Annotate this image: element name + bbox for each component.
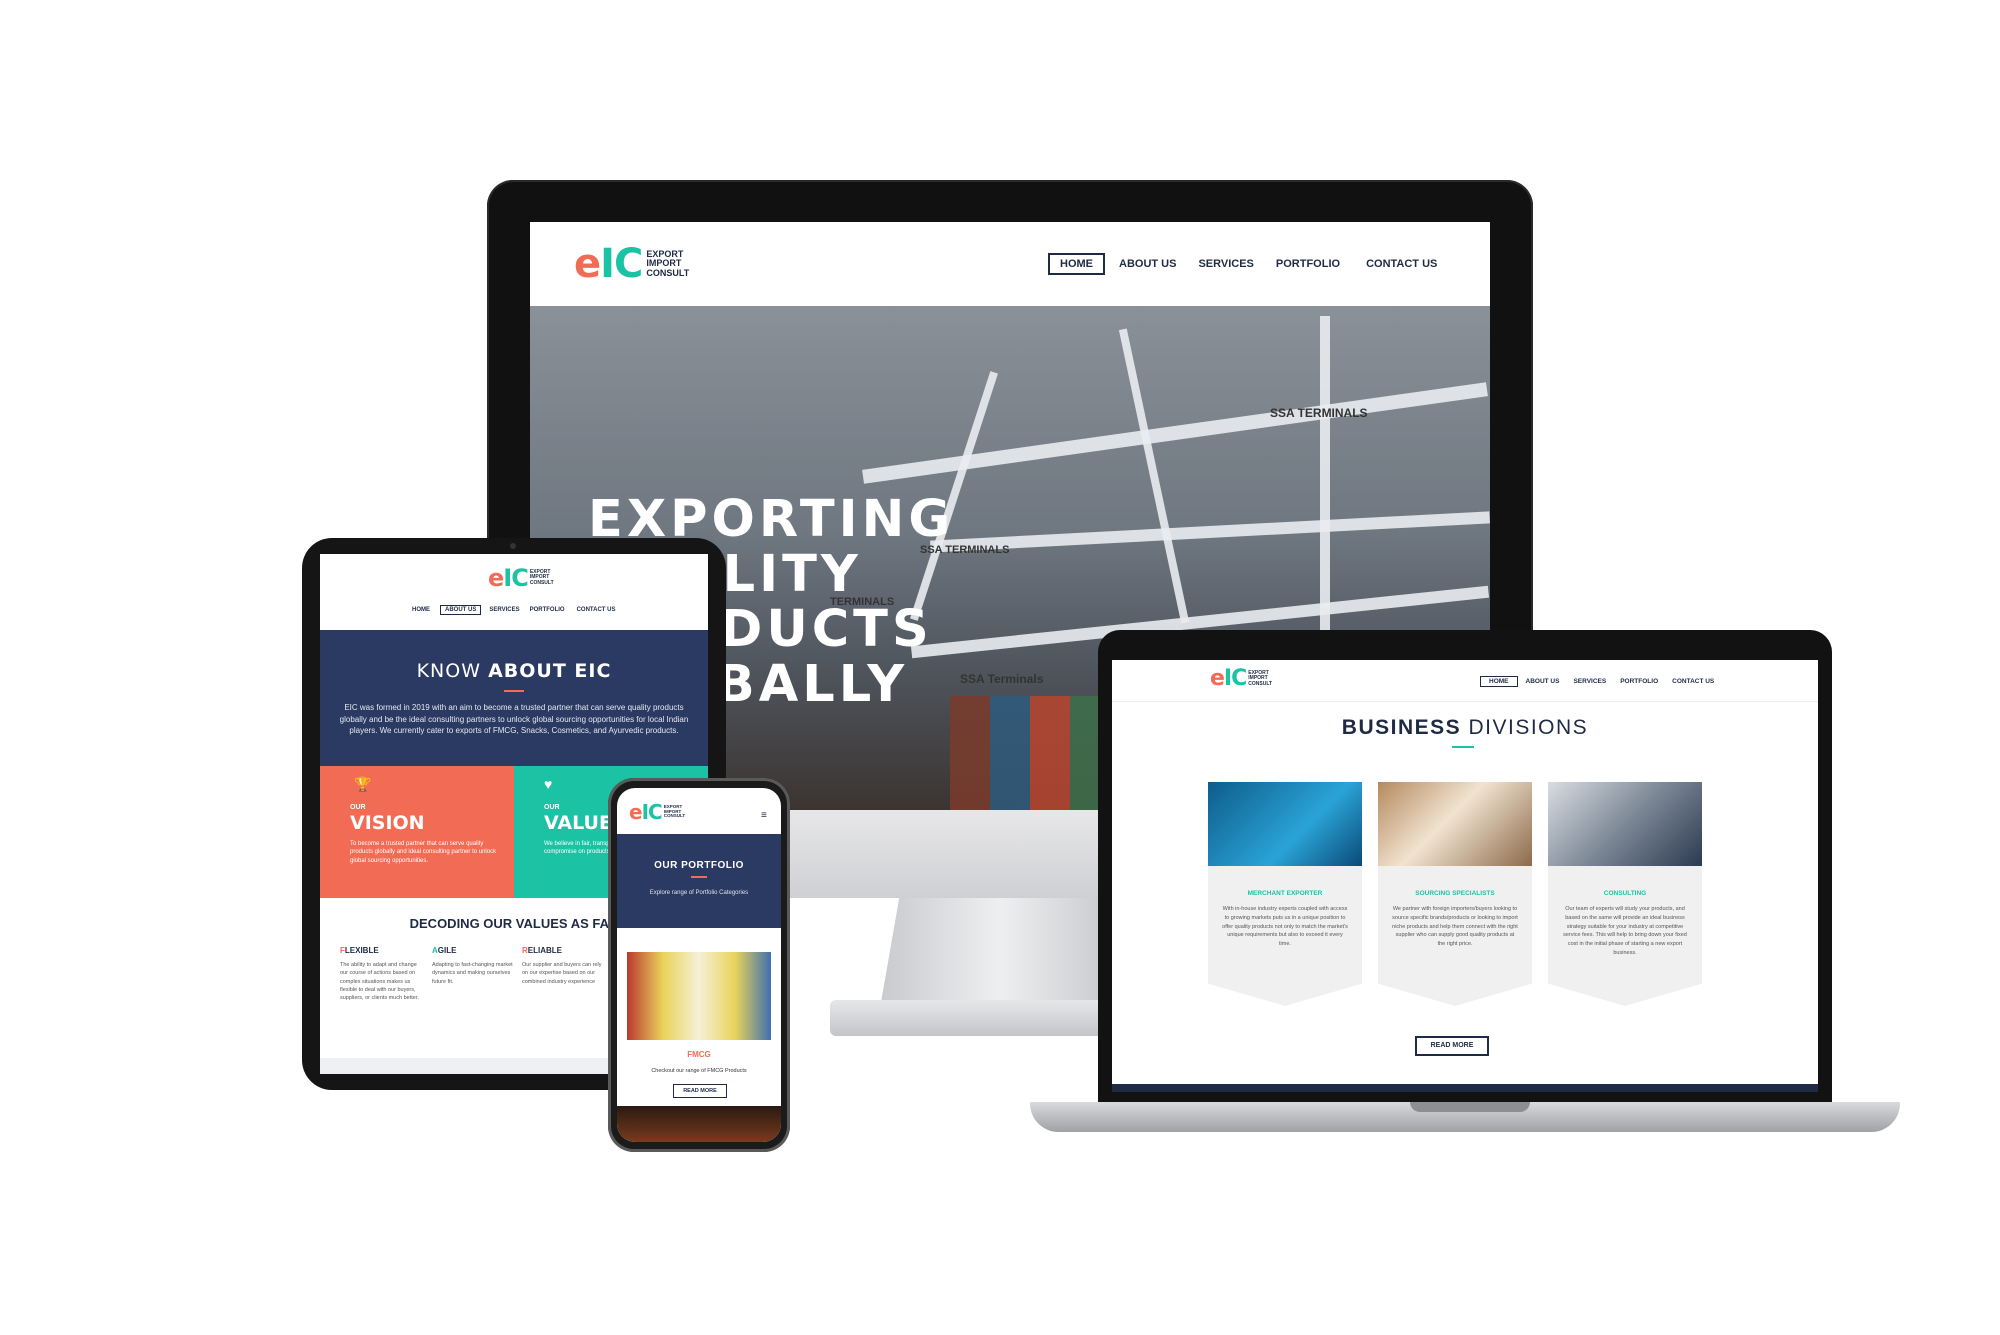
about-text: EIC was formed in 2019 with an aim to be… — [339, 703, 689, 736]
value-flexible: FLEXIBLE The ability to adapt and change… — [340, 946, 419, 1001]
divisions-title: BUSINESS DIVISIONS — [1341, 716, 1589, 739]
division-text: We partner with foreign importers/buyers… — [1392, 906, 1518, 948]
division-card[interactable]: SOURCING SPECIALISTS We partner with for… — [1378, 782, 1532, 1006]
nav-home[interactable]: HOME — [1048, 253, 1105, 275]
site-logo[interactable]: eIC EXPORT IMPORT CONSULT — [574, 244, 689, 284]
vision-card: 🏆 OUR VISION To become a trusted partner… — [320, 766, 514, 898]
main-nav: HOME ABOUT US SERVICES PORTFOLIO CONTACT… — [1480, 676, 1714, 687]
trophy-icon: 🏆 — [354, 776, 372, 792]
crane-beam — [930, 511, 1490, 553]
site-logo[interactable]: eIC EXPORT IMPORT CONSULT — [488, 566, 554, 590]
portfolio-title: OUR PORTFOLIO — [654, 860, 744, 871]
crane-label: SSA Terminals — [960, 672, 1044, 686]
about-section: KNOW ABOUT EIC EIC was formed in 2019 wi… — [320, 630, 708, 766]
division-name: MERCHANT EXPORTER — [1247, 890, 1323, 897]
logo-wordmark: EXPORT IMPORT CONSULT — [529, 569, 554, 586]
monitor-stand — [880, 898, 1120, 1008]
read-more-button[interactable]: READ MORE — [1415, 1036, 1489, 1056]
header-divider — [1112, 701, 1818, 702]
ship-image — [1208, 782, 1362, 866]
portfolio-subtitle: Explore range of Portfolio Categories — [649, 889, 749, 896]
logo-mark: eIC — [574, 241, 643, 287]
nav-about[interactable]: ABOUT US — [1526, 678, 1560, 685]
nav-contact[interactable]: CONTACT US — [577, 607, 616, 613]
footer-strip — [1112, 1084, 1818, 1092]
nav-about[interactable]: ABOUT US — [440, 605, 482, 615]
portfolio-section: OUR PORTFOLIO Explore range of Portfolio… — [617, 834, 781, 928]
vision-label-small: OUR — [350, 804, 366, 811]
nav-home[interactable]: HOME — [1480, 676, 1518, 687]
phone-screen: eIC EXPORT IMPORT CONSULT ≡ OUR PORTFOLIO … — [617, 788, 781, 1142]
division-name: SOURCING SPECIALISTS — [1415, 890, 1495, 897]
about-title: KNOW ABOUT EIC — [416, 660, 612, 682]
site-logo[interactable]: eIC EXPORT IMPORT CONSULT — [1210, 668, 1272, 690]
read-more-button[interactable]: READ MORE — [673, 1084, 727, 1098]
crane-strut — [1320, 316, 1330, 646]
hamburger-menu-icon[interactable]: ≡ — [761, 810, 767, 821]
supermarket-image[interactable] — [627, 952, 771, 1040]
laptop-notch — [1410, 1102, 1530, 1112]
nav-portfolio[interactable]: PORTFOLIO — [530, 607, 565, 613]
logo-wordmark: EXPORT IMPORT CONSULT — [663, 803, 686, 819]
nav-contact[interactable]: CONTACT US — [1672, 678, 1714, 685]
category-title: FMCG — [687, 1050, 711, 1059]
division-card[interactable]: CONSULTING Our team of experts will stud… — [1548, 782, 1702, 1006]
division-text: Our team of experts will study your prod… — [1563, 906, 1687, 956]
nav-portfolio[interactable]: PORTFOLIO — [1620, 678, 1658, 685]
nav-portfolio[interactable]: PORTFOLIO — [1276, 258, 1340, 270]
crane-strut — [1118, 328, 1190, 624]
values-label-small: OUR — [544, 804, 560, 811]
value-agile: AGILE Adapting to fast-changing market d… — [432, 946, 513, 985]
crane-label: SSA TERMINALS — [1270, 406, 1368, 420]
crane-beam — [862, 382, 1488, 484]
logo-mark: eIC — [629, 800, 663, 824]
nav-home[interactable]: HOME — [412, 607, 430, 613]
nav-services[interactable]: SERVICES — [1573, 678, 1606, 685]
category-text: Checkout our range of FMCG Products — [651, 1068, 747, 1074]
chef-image — [1378, 782, 1532, 866]
logo-wordmark: EXPORT IMPORT CONSULT — [1248, 670, 1273, 687]
laptop-screen: eIC EXPORT IMPORT CONSULT HOME ABOUT US SE… — [1112, 660, 1818, 1092]
title-divider — [691, 876, 707, 878]
meeting-image — [1548, 782, 1702, 866]
nav-contact[interactable]: CONTACT US — [1366, 258, 1437, 270]
logo-mark: eIC — [1210, 666, 1247, 691]
tablet-camera — [510, 543, 516, 549]
logo-wordmark: EXPORT IMPORT CONSULT — [646, 248, 690, 278]
logo-mark: eIC — [488, 564, 529, 592]
site-logo[interactable]: eIC EXPORT IMPORT CONSULT — [629, 802, 685, 822]
nav-about[interactable]: ABOUT US — [1119, 258, 1176, 270]
vision-title: VISION — [350, 812, 425, 834]
title-divider — [504, 690, 524, 692]
main-nav: HOME ABOUT US SERVICES PORTFOLIO CONTACT… — [1048, 253, 1437, 275]
site-header: eIC EXPORT IMPORT CONSULT HOME ABOUT US SE… — [530, 222, 1490, 306]
main-nav: HOME ABOUT US SERVICES PORTFOLIO CONTACT… — [412, 605, 615, 615]
value-reliable: RELIABLE Our supplier and buyers can rel… — [522, 946, 602, 985]
nav-services[interactable]: SERVICES — [489, 607, 519, 613]
title-divider — [1452, 746, 1474, 748]
heart-icon: ♥ — [544, 776, 553, 792]
division-name: CONSULTING — [1603, 890, 1647, 897]
division-card[interactable]: MERCHANT EXPORTER With in-house industry… — [1208, 782, 1362, 1006]
nav-services[interactable]: SERVICES — [1198, 258, 1253, 270]
next-section-image — [617, 1106, 781, 1142]
vision-text: To become a trusted partner that can ser… — [350, 841, 497, 864]
division-text: With in-house industry experts coupled w… — [1222, 906, 1348, 948]
